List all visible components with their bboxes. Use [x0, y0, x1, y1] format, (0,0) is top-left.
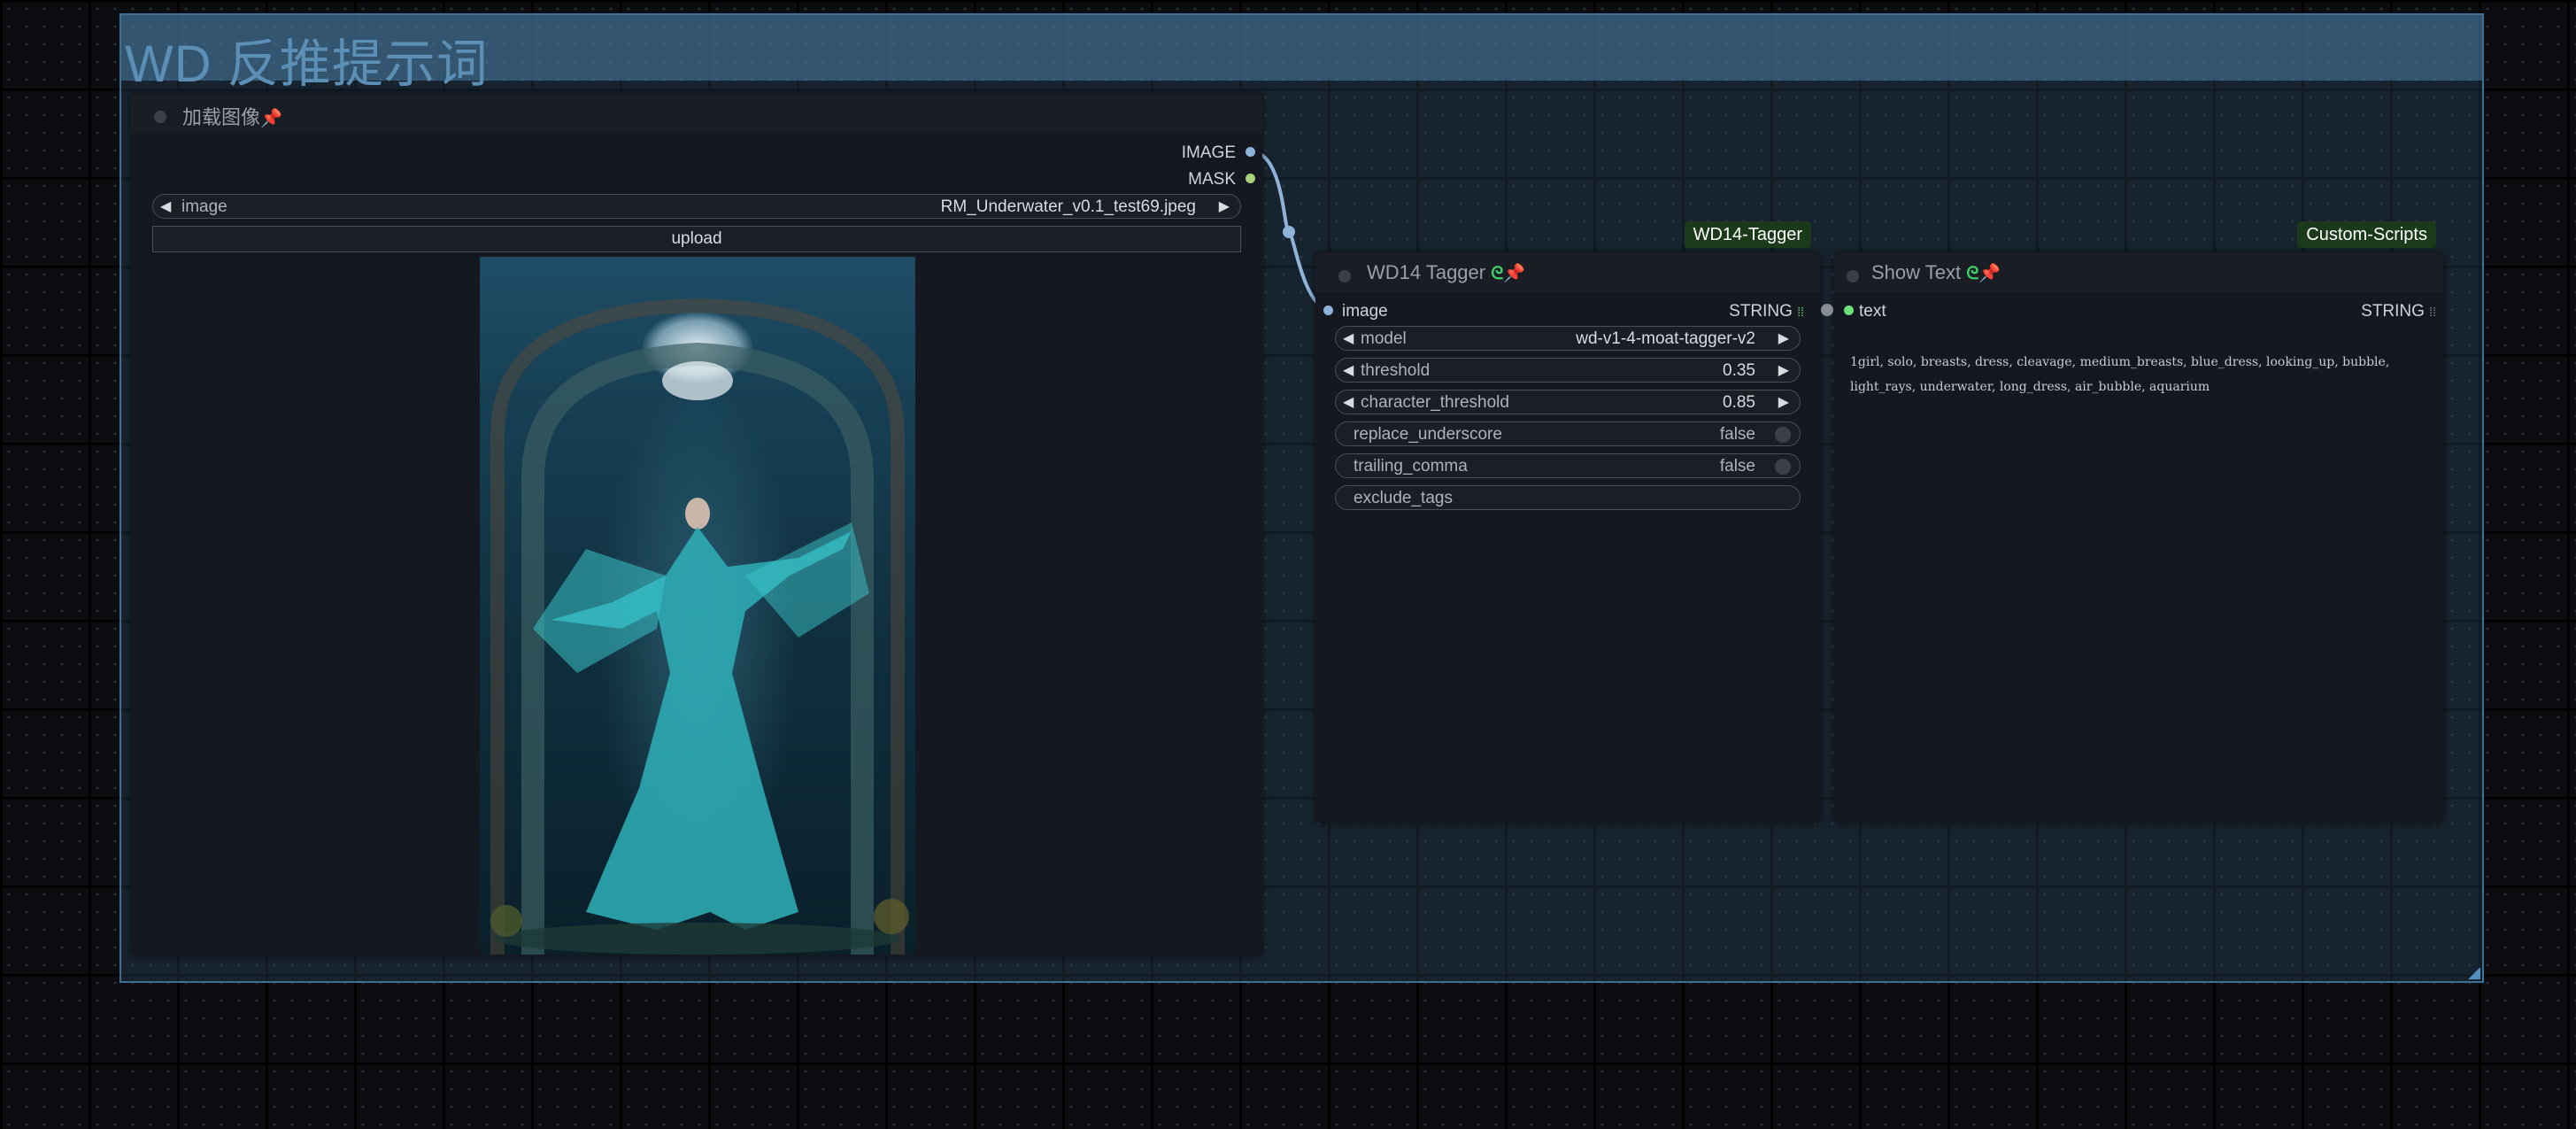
widget-label: character_threshold — [1361, 393, 1509, 412]
threshold-widget[interactable]: ◀ threshold 0.35 ▶ — [1335, 358, 1801, 383]
output-string[interactable]: STRING ⁞⁞ — [1729, 302, 1804, 321]
input-text[interactable]: text — [1859, 302, 1886, 321]
widget-value: false — [1719, 425, 1755, 444]
collapse-dot[interactable] — [1338, 270, 1351, 282]
collapse-dot[interactable] — [1847, 270, 1859, 282]
wd14-tagger-node[interactable]: WD14-Tagger WD14 Tagger ᘓ📌 image STRING … — [1315, 221, 1820, 824]
widget-value: false — [1719, 457, 1755, 476]
widget-label: threshold — [1361, 361, 1431, 380]
node-badge: Custom-Scripts — [2297, 221, 2436, 248]
image-preview-art — [490, 298, 909, 955]
output-image[interactable]: IMAGE — [1182, 143, 1236, 163]
output-image-slot[interactable] — [1246, 147, 1255, 157]
input-text-label: text — [1859, 302, 1886, 321]
text-line-2: light_rays, underwater, long_dress, air_… — [1850, 380, 2210, 394]
node-badge: WD14-Tagger — [1684, 221, 1811, 248]
link-icon: ᘓ — [1966, 264, 1979, 283]
output-string-label: STRING — [2361, 302, 2425, 321]
pin-icon: 📌 — [260, 109, 282, 128]
widget-label: image — [181, 197, 228, 216]
node-gap-connector[interactable] — [1821, 304, 1833, 316]
input-image[interactable]: image — [1342, 302, 1388, 321]
output-mask-label: MASK — [1188, 170, 1236, 189]
grid-icon: ⁞⁞ — [2429, 305, 2436, 319]
node-title-bar[interactable]: WD14 Tagger ᘓ📌 — [1315, 252, 1820, 293]
arrow-right-icon[interactable]: ▶ — [1778, 329, 1789, 347]
output-image-label: IMAGE — [1181, 143, 1236, 162]
grid-icon: ⁞⁞ — [1797, 305, 1804, 319]
output-mask[interactable]: MASK — [1188, 170, 1236, 189]
text-line-1: 1girl, solo, breasts, dress, cleavage, m… — [1850, 355, 2390, 369]
upload-label: upload — [671, 229, 722, 248]
arrow-left-icon[interactable]: ◀ — [160, 197, 171, 215]
toggle-knob[interactable] — [1775, 459, 1791, 475]
widget-label: trailing_comma — [1354, 457, 1468, 476]
widget-value: 0.35 — [1723, 361, 1755, 380]
node-title-bar[interactable]: Show Text ᘓ📌 — [1834, 252, 2443, 293]
input-image-slot[interactable] — [1323, 305, 1333, 315]
arrow-right-icon[interactable]: ▶ — [1778, 361, 1789, 379]
trailing-comma-toggle[interactable]: trailing_comma false — [1335, 453, 1801, 478]
input-text-slot[interactable] — [1844, 305, 1854, 315]
node-title-bar[interactable]: 加载图像📌 — [131, 93, 1262, 134]
node-title: WD14 Tagger ᘓ📌 — [1367, 261, 1526, 283]
widget-value: wd-v1-4-moat-tagger-v2 — [1576, 329, 1755, 348]
widget-label: exclude_tags — [1354, 489, 1453, 507]
input-image-label: image — [1342, 302, 1388, 321]
widget-label: replace_underscore — [1354, 425, 1502, 444]
arrow-right-icon[interactable]: ▶ — [1778, 393, 1789, 411]
node-title: 加载图像📌 — [182, 106, 282, 128]
output-string[interactable]: STRING ⁞⁞ — [2361, 302, 2436, 321]
show-text-node[interactable]: Custom-Scripts Show Text ᘓ📌 text STRING … — [1834, 221, 2443, 824]
exclude-tags-input[interactable]: exclude_tags — [1335, 485, 1801, 510]
toggle-knob[interactable] — [1775, 427, 1791, 443]
load-image-node[interactable]: 加载图像📌 IMAGE MASK ◀ image RM_Underwater_v… — [131, 93, 1262, 956]
upload-button[interactable]: upload — [152, 226, 1241, 252]
arrow-left-icon[interactable]: ◀ — [1343, 329, 1354, 347]
widget-value: 0.85 — [1723, 393, 1755, 412]
arrow-left-icon[interactable]: ◀ — [1343, 393, 1354, 411]
image-preview — [480, 257, 915, 955]
arrow-left-icon[interactable]: ◀ — [1343, 361, 1354, 379]
collapse-dot[interactable] — [154, 111, 166, 123]
node-title: Show Text ᘓ📌 — [1871, 261, 2001, 283]
link-icon: ᘓ — [1491, 264, 1504, 283]
output-mask-slot[interactable] — [1246, 174, 1255, 183]
model-widget[interactable]: ◀ model wd-v1-4-moat-tagger-v2 ▶ — [1335, 326, 1801, 351]
text-output-area[interactable]: 1girl, solo, breasts, dress, cleavage, m… — [1850, 350, 2434, 399]
widget-value: RM_Underwater_v0.1_test69.jpeg — [940, 197, 1196, 216]
replace-underscore-toggle[interactable]: replace_underscore false — [1335, 421, 1801, 446]
link-midpoint[interactable] — [1283, 226, 1295, 238]
pin-icon: 📌 — [1503, 264, 1526, 283]
output-string-label: STRING — [1729, 302, 1793, 321]
character-threshold-widget[interactable]: ◀ character_threshold 0.85 ▶ — [1335, 390, 1801, 414]
pin-icon: 📌 — [1978, 264, 2001, 283]
widget-label: model — [1361, 329, 1407, 348]
image-combo-widget[interactable]: ◀ image RM_Underwater_v0.1_test69.jpeg ▶ — [152, 194, 1241, 219]
arrow-right-icon[interactable]: ▶ — [1219, 197, 1230, 215]
